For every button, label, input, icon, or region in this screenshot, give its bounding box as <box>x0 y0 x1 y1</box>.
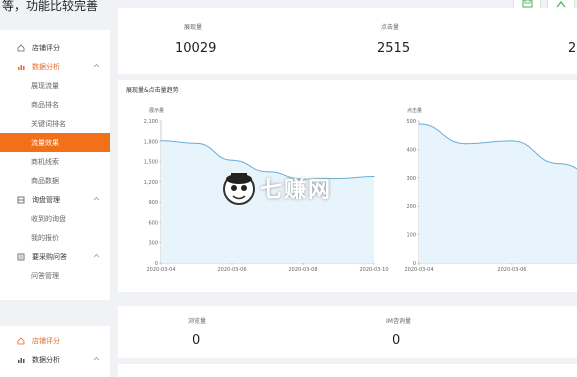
stats-card-next <box>118 364 577 377</box>
sidebar-item-label: 收到的询盘 <box>31 214 66 223</box>
sidebar-item-label: 商品排名 <box>31 100 59 109</box>
stat-label-exposure: 展现量 <box>184 24 203 31</box>
home-icon <box>15 336 27 345</box>
home-icon <box>15 43 27 52</box>
sidebar-item-label: 展现流量 <box>31 81 59 90</box>
sidebar-item-leads[interactable]: 商机线索 <box>0 152 110 171</box>
data-point <box>557 163 560 165</box>
chevron-up-icon <box>93 63 100 68</box>
sidebar-item-label: 商机线索 <box>31 157 59 166</box>
y-tick-label: 2,100 <box>144 119 158 125</box>
chevron-up-icon <box>93 356 100 361</box>
y-tick-label: 1,200 <box>144 180 158 186</box>
sidebar-item-label: 店铺评分 <box>32 43 60 52</box>
mascot-logo <box>223 173 255 205</box>
sidebar: 店铺评分 数据分析 展现流量 商品排名 关键词排名 流量效果 商机线索 商品数据… <box>0 30 110 300</box>
data-point <box>418 123 420 125</box>
sidebar-secondary: 店铺评分 数据分析 <box>0 326 110 377</box>
sidebar-item-received-inquiry[interactable]: 收到的询盘 <box>0 209 110 228</box>
sidebar-item-label: 数据分析 <box>32 355 60 364</box>
x-tick-label: 2020-03-10 <box>359 267 388 273</box>
sidebar-item-data-analysis[interactable]: 数据分析 <box>0 57 110 76</box>
stat-value-im: 0 <box>392 333 401 348</box>
data-point <box>195 142 198 144</box>
x-tick-label: 2020-03-04 <box>404 267 433 273</box>
sidebar-item-inquiry[interactable]: 询盘管理 <box>0 190 110 209</box>
y-axis-label: 点击量 <box>407 107 422 114</box>
y-axis-label: 展示量 <box>149 107 164 114</box>
sidebar-item-exposure[interactable]: 展现流量 <box>0 76 110 95</box>
stat-label-im: IM咨询量 <box>386 318 411 325</box>
chart-icon <box>15 356 27 364</box>
watermark-text: 七赚网 <box>260 178 333 203</box>
sidebar-item-label: 我的报价 <box>31 233 59 242</box>
sidebar-item-purchase-qa[interactable]: 要采购问答 <box>0 247 110 266</box>
y-tick-label: 300 <box>148 241 158 247</box>
sidebar-item-label: 商品数据 <box>31 176 59 185</box>
sidebar-item-label: 关键词排名 <box>31 119 66 128</box>
expand-icon <box>556 1 566 8</box>
sidebar-item-label: 数据分析 <box>32 62 60 71</box>
sidebar-item-label: 询盘管理 <box>32 195 60 204</box>
y-tick-label: 500 <box>406 119 416 125</box>
data-point <box>160 140 162 142</box>
sidebar-item-qa-manage[interactable]: 问答管理 <box>0 266 110 285</box>
data-point <box>464 143 467 145</box>
trend-chart: 展示量03006009001,2001,5001,8002,1002020-03… <box>144 107 577 273</box>
stat-value-clicks: 2515 <box>377 41 411 56</box>
sidebar-item-label: 要采购问答 <box>32 252 67 261</box>
series-area <box>419 123 577 263</box>
y-tick-label: 100 <box>406 233 416 239</box>
sidebar-item-shop-score[interactable]: 店铺评分 <box>0 38 110 57</box>
y-tick-label: 300 <box>406 176 416 182</box>
sidebar-item-label: 问答管理 <box>31 271 59 280</box>
data-point <box>511 140 513 142</box>
chart-icon <box>15 63 27 71</box>
stat-value-views: 0 <box>192 333 201 348</box>
sidebar-item-product-data[interactable]: 商品数据 <box>0 171 110 190</box>
trend-chart-card: 展现量&点击量趋势 展示量 0 300 600 900 1,200 1,500 1,800 2,… <box>118 80 577 292</box>
y-tick-label: 600 <box>148 220 158 226</box>
y-tick-label: 200 <box>406 204 416 210</box>
sidebar-item-my-quote[interactable]: 我的报价 <box>0 228 110 247</box>
x-tick-label: 2020-03-04 <box>146 267 175 273</box>
data-point <box>373 175 375 178</box>
stats-card-bottom: 浏览量 0 IM咨询量 0 <box>118 306 577 358</box>
inbox-icon <box>15 196 27 204</box>
sidebar-item-keyword-rank[interactable]: 关键词排名 <box>0 114 110 133</box>
stat-value-third: 25 <box>568 41 577 56</box>
y-tick-label: 1,500 <box>144 160 158 166</box>
stat-value-exposure: 10029 <box>175 41 217 56</box>
data-point <box>337 177 340 180</box>
x-tick-label: 2020-03-06 <box>217 267 246 273</box>
sidebar-item-data-analysis[interactable]: 数据分析 <box>0 350 110 369</box>
stat-label-clicks: 点击量 <box>381 24 400 31</box>
save-icon <box>522 0 533 8</box>
stat-label-views: 浏览量 <box>188 318 207 325</box>
x-tick-label: 2020-03-08 <box>288 267 317 273</box>
sidebar-item-product-rank[interactable]: 商品排名 <box>0 95 110 114</box>
sidebar-item-shop-score[interactable]: 店铺评分 <box>0 331 110 350</box>
sidebar-item-label: 流量效果 <box>31 138 59 147</box>
chevron-up-icon <box>93 196 100 201</box>
y-tick-label: 400 <box>406 147 416 153</box>
stats-card: 展现量 10029 点击量 2515 25 <box>118 8 577 74</box>
watermark: 七赚网 <box>222 170 332 206</box>
x-tick-label: 2020-03-06 <box>497 267 526 273</box>
sidebar-item-traffic-effect[interactable]: 流量效果 <box>0 133 110 152</box>
sidebar-item-label: 店铺评分 <box>32 336 60 345</box>
chevron-up-icon <box>93 253 100 258</box>
data-point <box>231 159 233 161</box>
qa-icon <box>15 253 27 261</box>
y-tick-label: 900 <box>148 200 158 206</box>
top-caption: 等，功能比较完善 <box>2 0 99 13</box>
y-tick-label: 1,800 <box>144 139 158 145</box>
